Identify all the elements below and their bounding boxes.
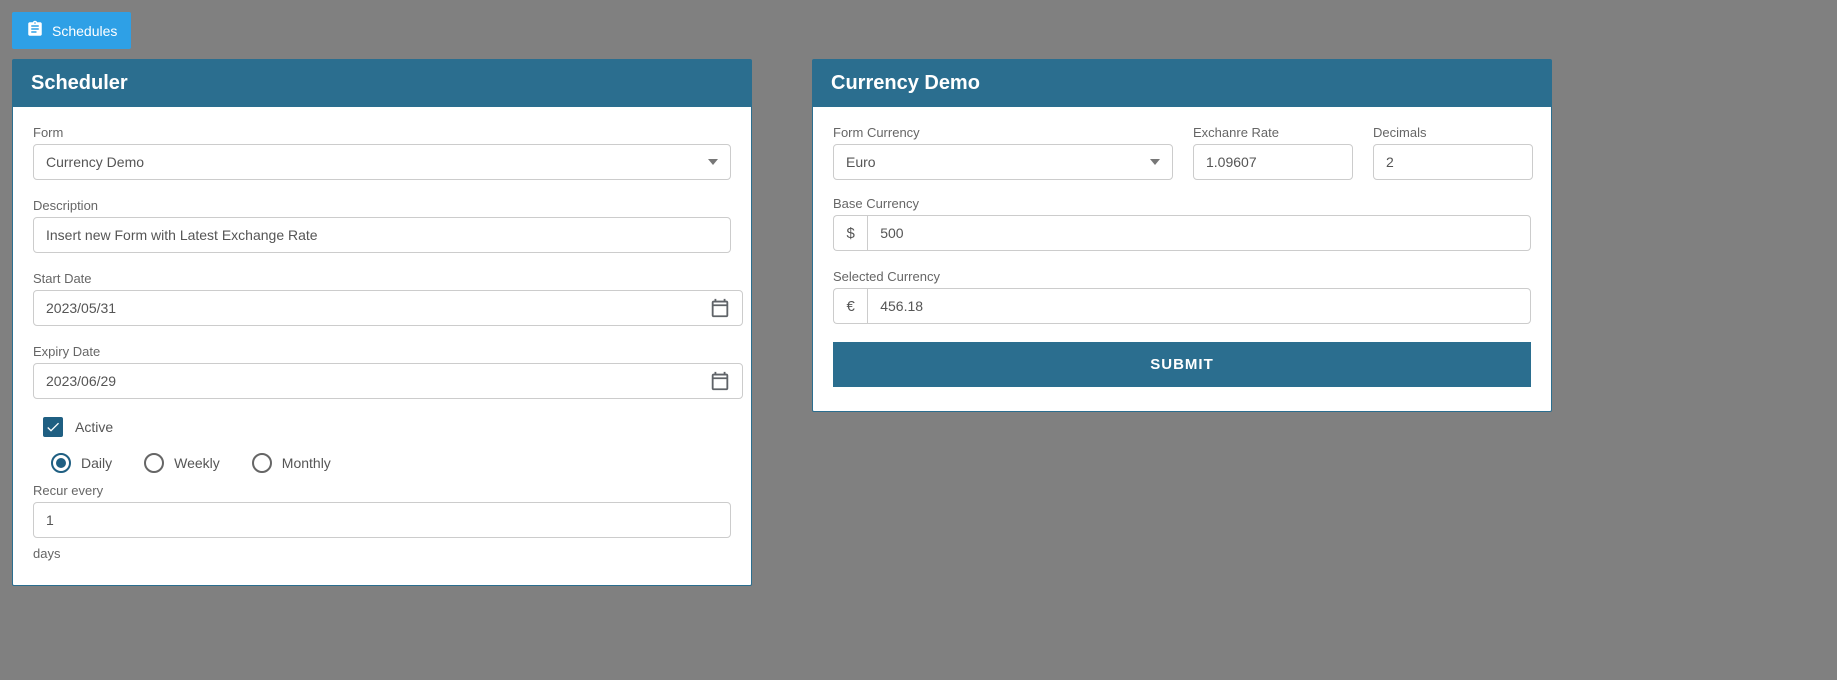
exchange-rate-input[interactable] [1193,144,1353,180]
radio-icon [252,453,272,473]
radio-icon [51,453,71,473]
currency-title: Currency Demo [813,60,1551,107]
form-select[interactable]: Currency Demo [33,144,731,180]
form-currency-select[interactable]: Euro [833,144,1173,180]
active-checkbox[interactable] [43,417,63,437]
exchange-rate-label: Exchanre Rate [1193,125,1353,140]
description-input[interactable] [33,217,731,253]
expiry-date-label: Expiry Date [33,344,731,359]
scheduler-title: Scheduler [13,60,751,107]
frequency-monthly-radio[interactable]: Monthly [252,453,331,473]
dollar-icon: $ [833,215,867,251]
submit-button[interactable]: SUBMIT [833,342,1531,387]
frequency-weekly-label: Weekly [174,455,220,471]
frequency-daily-radio[interactable]: Daily [51,453,112,473]
start-date-label: Start Date [33,271,731,286]
recur-unit: days [33,546,731,561]
form-label: Form [33,125,731,140]
currency-panel: Currency Demo Form Currency Euro Exchanr… [812,59,1552,412]
base-currency-label: Base Currency [833,196,1531,211]
description-label: Description [33,198,731,213]
frequency-weekly-radio[interactable]: Weekly [144,453,220,473]
calendar-icon[interactable] [709,370,731,392]
frequency-monthly-label: Monthly [282,455,331,471]
active-label: Active [75,419,113,435]
schedules-button-label: Schedules [52,23,117,39]
caret-down-icon [1150,159,1160,165]
selected-currency-input[interactable] [867,288,1531,324]
expiry-date-input[interactable] [33,363,743,399]
schedules-button[interactable]: Schedules [12,12,131,49]
selected-currency-label: Selected Currency [833,269,1531,284]
calendar-icon[interactable] [709,297,731,319]
form-currency-label: Form Currency [833,125,1173,140]
decimals-label: Decimals [1373,125,1533,140]
start-date-input[interactable] [33,290,743,326]
base-currency-input[interactable] [867,215,1531,251]
caret-down-icon [708,159,718,165]
frequency-daily-label: Daily [81,455,112,471]
decimals-input[interactable] [1373,144,1533,180]
radio-icon [144,453,164,473]
submit-button-label: SUBMIT [1150,356,1214,373]
clipboard-icon [26,20,52,41]
recur-input[interactable] [33,502,731,538]
form-currency-value: Euro [846,154,876,170]
euro-icon: € [833,288,867,324]
recur-label: Recur every [33,483,731,498]
scheduler-panel: Scheduler Form Currency Demo Description… [12,59,752,586]
form-select-value: Currency Demo [46,154,144,170]
